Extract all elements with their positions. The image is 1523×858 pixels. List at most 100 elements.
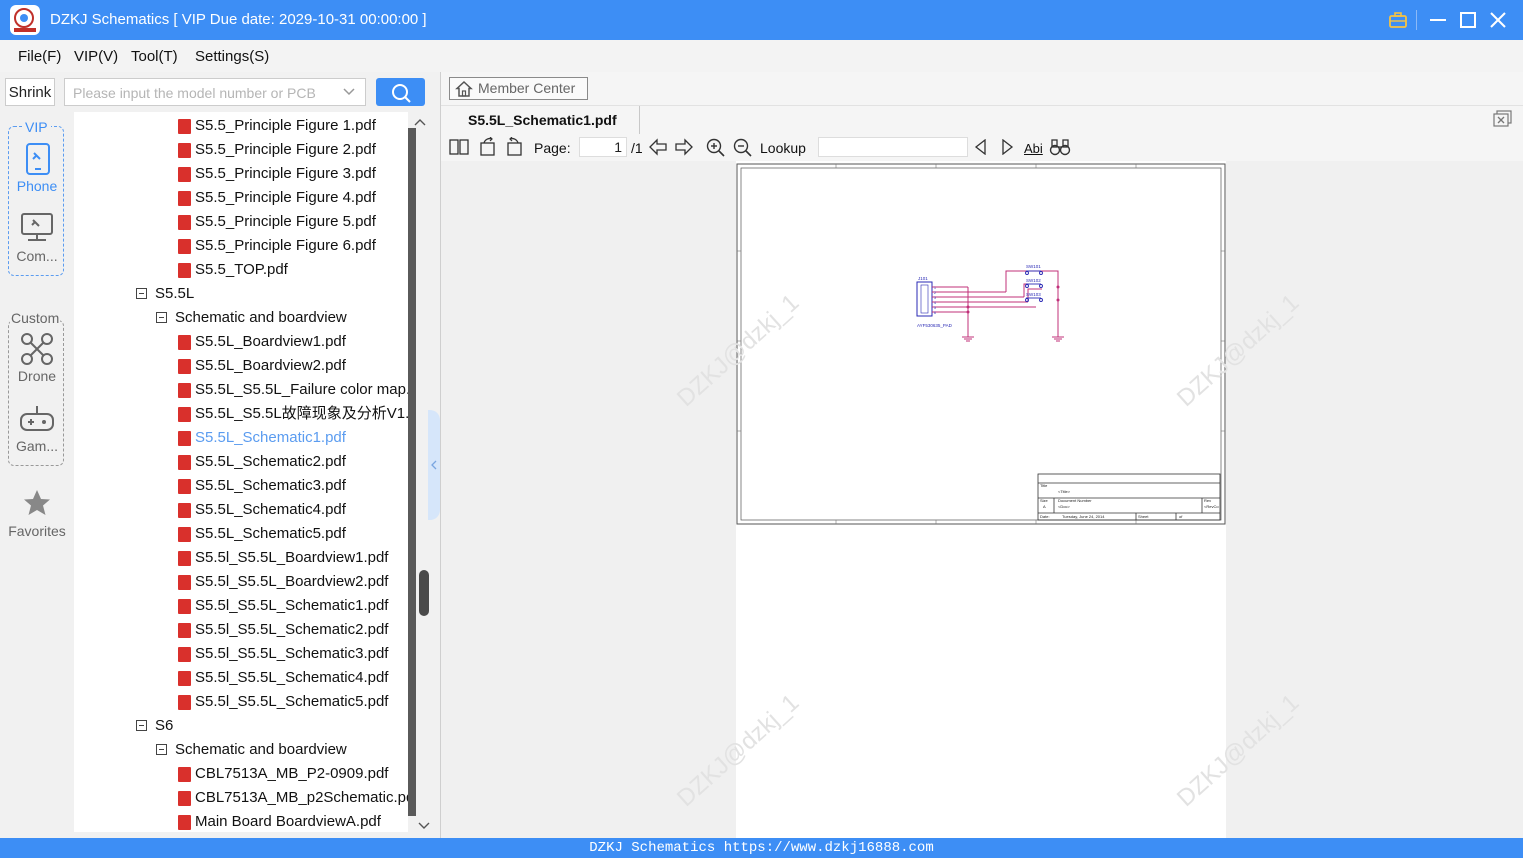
pdf-page: J101 AYF530635_PAD SW101 SW102 SW103 1 2… (736, 161, 1226, 838)
file-tree: S5.5_Principle Figure 1.pdf S5.5_Princip… (74, 112, 408, 832)
switch-refdes: SW102 (1026, 278, 1041, 283)
home-icon (455, 80, 473, 101)
pin-number: 4 (934, 301, 936, 305)
minimize-icon[interactable] (1426, 8, 1450, 32)
tree-row-label: CBL7513A_MB_p2Schematic.pdf (195, 789, 408, 806)
search-input[interactable] (71, 79, 337, 107)
pdf-file-icon (178, 335, 191, 350)
close-tab-icon[interactable] (1493, 110, 1513, 133)
connector-refdes: J101 (918, 276, 928, 281)
app-logo-icon (10, 5, 40, 35)
tree-row-label: S5.5l_S5.5L_Schematic3.pdf (195, 645, 389, 662)
find-next-icon[interactable] (999, 138, 1015, 160)
title-block-label: Title (1040, 483, 1048, 488)
rail-item-game[interactable]: Gam... (2, 438, 72, 454)
category-rail: VIP Phone Com... Custom Drone Gam... Fav… (0, 112, 74, 832)
tree-row-label: S5.5L_Schematic3.pdf (195, 477, 346, 494)
pdf-file-icon (178, 479, 191, 494)
computer-icon[interactable] (20, 212, 54, 249)
page-total: /1 (631, 140, 643, 156)
pin-number: 2 (934, 291, 936, 295)
scroll-down-icon[interactable] (417, 818, 431, 836)
pdf-file-icon (178, 359, 191, 374)
tab-document[interactable]: S5.5L_Schematic1.pdf (456, 106, 640, 134)
tree-row-label: S5.5l_S5.5L_Schematic4.pdf (195, 669, 389, 686)
pdf-file-icon (178, 191, 191, 206)
custom-label: Custom (10, 310, 61, 326)
close-icon[interactable] (1486, 8, 1510, 32)
member-center-label: Member Center (478, 80, 576, 96)
pdf-file-icon (178, 431, 191, 446)
two-page-icon[interactable] (449, 138, 469, 161)
tree-row-label: S5.5_Principle Figure 2.pdf (195, 141, 376, 158)
page-number-input[interactable]: 1 (579, 137, 627, 157)
binoculars-icon[interactable] (1049, 138, 1071, 161)
rail-item-favorites[interactable]: Favorites (2, 523, 72, 539)
pdf-file-icon (178, 119, 191, 134)
tree-row-label: S5.5l_S5.5L_Boardview1.pdf (195, 549, 389, 566)
pdf-file-icon (178, 767, 191, 782)
viewer-header (441, 72, 1523, 105)
pdf-file-icon (178, 407, 191, 422)
tree-row-label: S5.5L_Schematic5.pdf (195, 525, 346, 542)
lookup-input[interactable] (818, 137, 968, 157)
pdf-file-icon (178, 239, 191, 254)
pin-number: 5 (934, 306, 936, 310)
pdf-file-icon (178, 167, 191, 182)
title-block-label: Size (1040, 498, 1049, 503)
menu-file[interactable]: File(F) (18, 48, 61, 65)
rail-item-computer[interactable]: Com... (2, 248, 72, 264)
pdf-file-icon (178, 695, 191, 710)
tree-row-label: Schematic and boardview (175, 741, 347, 758)
tree-row-label: S5.5L_Schematic4.pdf (195, 501, 346, 518)
menu-tool[interactable]: Tool(T) (131, 48, 178, 65)
switch-refdes: SW101 (1026, 264, 1041, 269)
rotate-right-icon[interactable] (505, 136, 525, 162)
rail-item-drone[interactable]: Drone (2, 368, 72, 384)
collapse-icon[interactable] (136, 720, 147, 731)
briefcase-icon[interactable] (1386, 8, 1410, 32)
pdf-file-icon (178, 791, 191, 806)
tree-row-label: S5.5_Principle Figure 4.pdf (195, 189, 376, 206)
title-bar: DZKJ Schematics [ VIP Due date: 2029-10-… (0, 0, 1523, 40)
rail-item-phone[interactable]: Phone (2, 178, 72, 194)
gamepad-icon[interactable] (19, 402, 55, 441)
pdf-file-icon (178, 551, 191, 566)
zoom-out-icon[interactable] (733, 138, 752, 162)
collapse-icon[interactable] (156, 312, 167, 323)
member-center-button[interactable]: Member Center (449, 77, 588, 100)
pdf-file-icon (178, 503, 191, 518)
next-page-icon[interactable] (674, 138, 694, 161)
pdf-file-icon (178, 263, 191, 278)
collapse-icon[interactable] (156, 744, 167, 755)
search-icon (390, 82, 412, 109)
phone-icon[interactable] (25, 142, 51, 181)
rotate-left-icon[interactable] (478, 136, 498, 162)
drone-icon[interactable] (20, 332, 54, 371)
panel-collapse-handle[interactable] (428, 410, 440, 520)
title-block-label: of (1179, 514, 1183, 519)
scroll-thumb[interactable] (419, 570, 429, 616)
maximize-icon[interactable] (1456, 8, 1480, 32)
star-icon[interactable] (22, 488, 52, 523)
find-previous-icon[interactable] (973, 138, 989, 160)
chevron-down-icon[interactable] (341, 84, 357, 105)
pdf-file-icon (178, 815, 191, 830)
tree-row-label: S5.5L (155, 285, 195, 302)
pdf-file-icon (178, 143, 191, 158)
vip-label: VIP (22, 119, 51, 135)
collapse-icon[interactable] (136, 288, 147, 299)
tree-row-label: Main Board BoardviewA.pdf (195, 813, 381, 830)
search-button[interactable] (376, 78, 425, 106)
tree-row-label: S5.5L_S5.5L故障现象及分析V1.pdf (195, 405, 408, 422)
shrink-button[interactable]: Shrink (5, 78, 55, 106)
menu-vip[interactable]: VIP(V) (74, 48, 118, 65)
menu-settings[interactable]: Settings(S) (195, 48, 269, 65)
title-block-label: Date: (1040, 514, 1050, 519)
match-case-button[interactable]: Abi (1024, 141, 1043, 156)
pdf-file-icon (178, 599, 191, 614)
previous-page-icon[interactable] (648, 138, 668, 161)
zoom-in-icon[interactable] (706, 138, 725, 162)
switch-refdes: SW103 (1026, 292, 1041, 297)
menu-bar: File(F) VIP(V) Tool(T) Settings(S) (0, 40, 1523, 72)
